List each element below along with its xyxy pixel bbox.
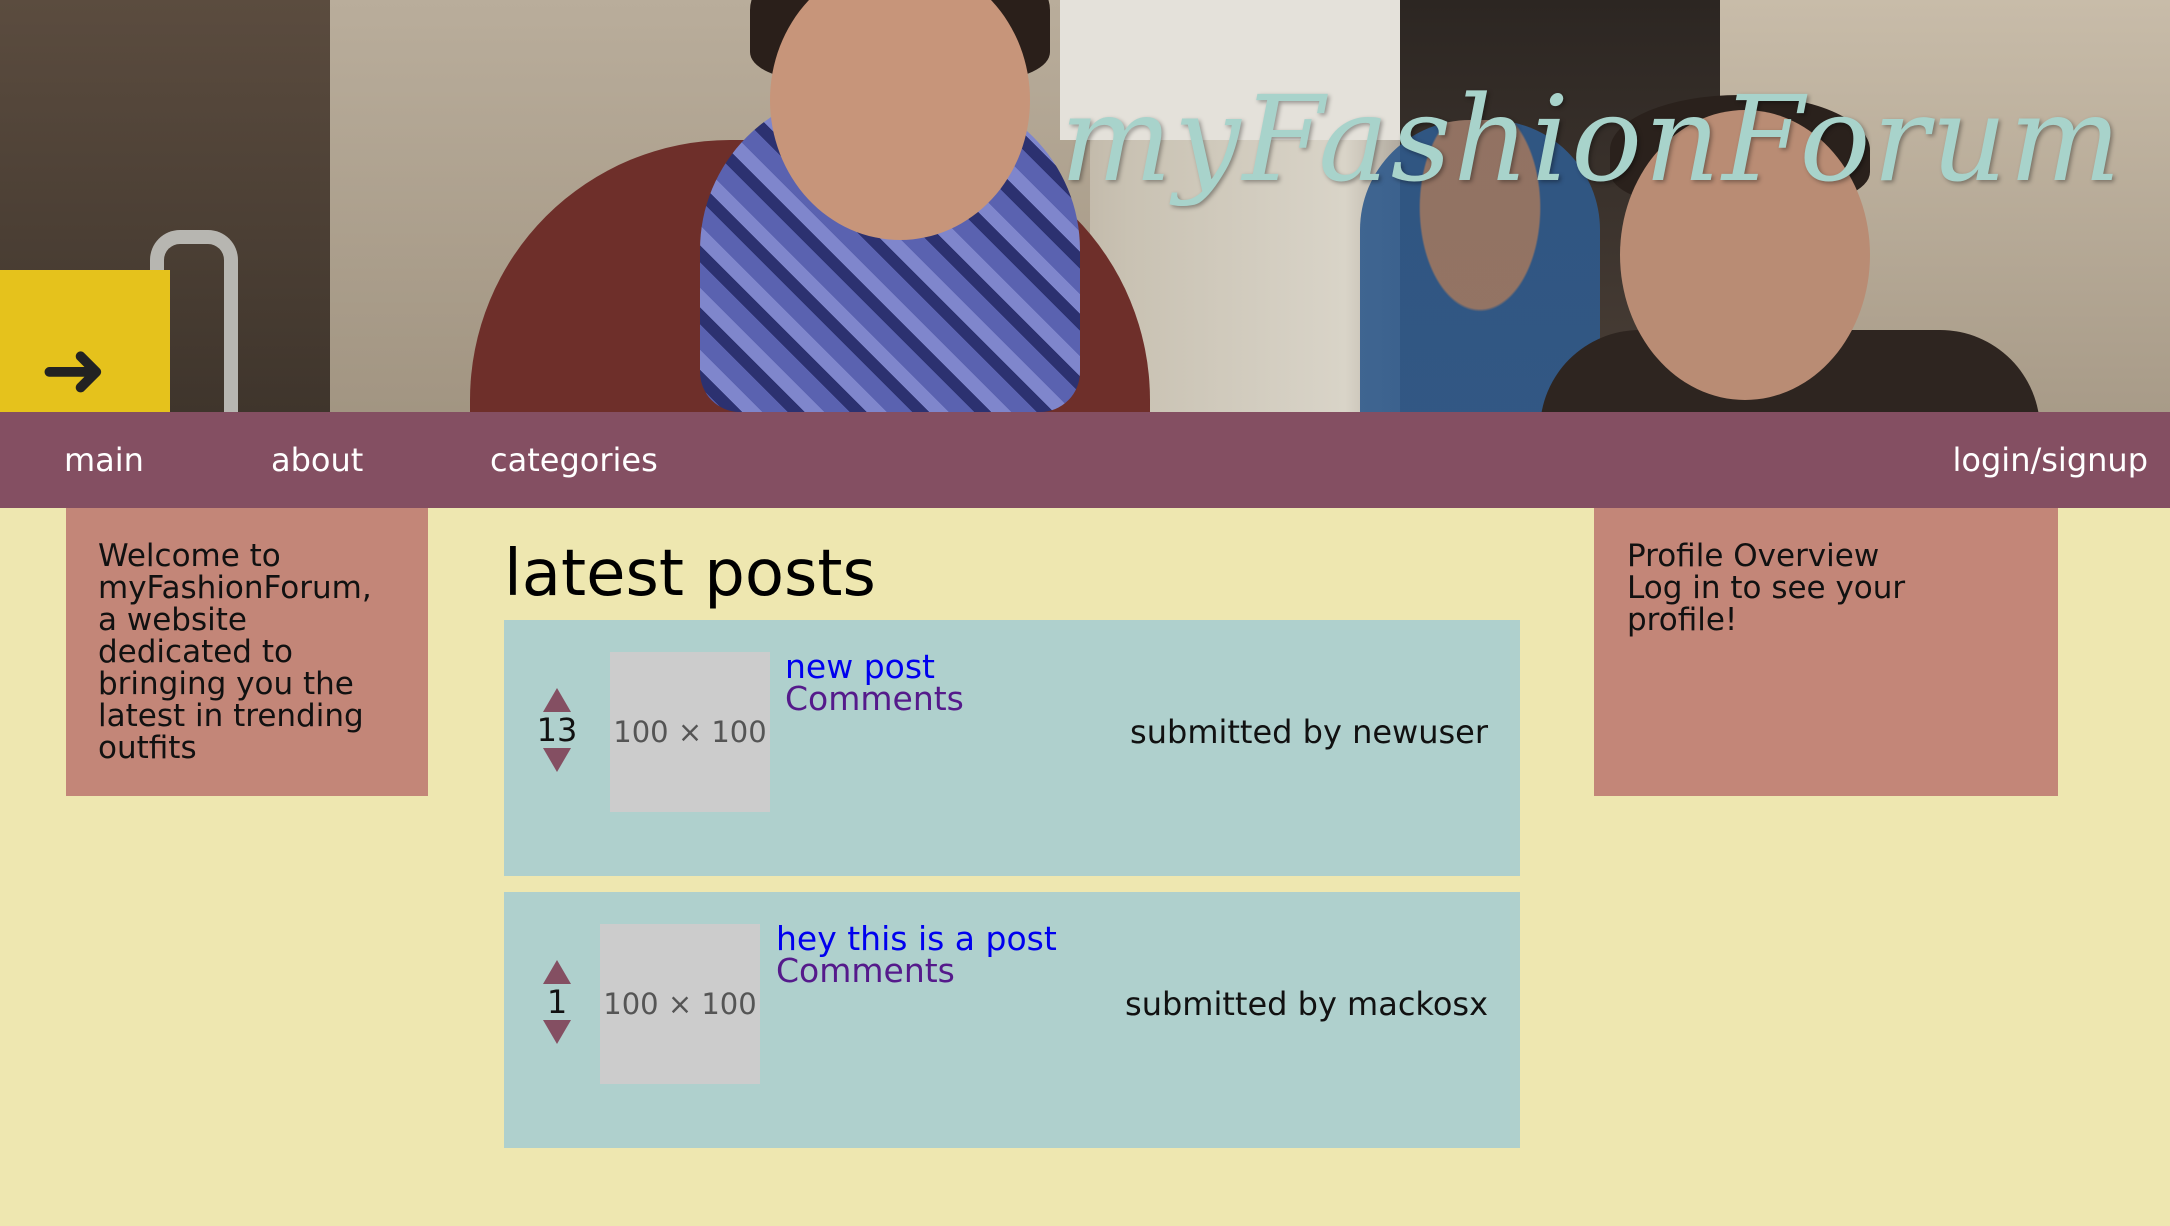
welcome-sidebar: Welcome to myFashionForum, a website ded… — [66, 508, 428, 796]
post-comments-link[interactable]: Comments — [785, 682, 964, 716]
upvote-arrow-icon[interactable] — [543, 960, 571, 984]
post-card: 13 100 × 100 new post Comments submitted… — [504, 620, 1520, 876]
downvote-arrow-icon[interactable] — [543, 748, 571, 772]
post-submitted-by: submitted by newuser — [1130, 713, 1488, 751]
profile-message: Log in to see your profile! — [1627, 570, 1906, 638]
welcome-text: Welcome to myFashionForum, a website ded… — [98, 538, 372, 766]
post-card: 1 100 × 100 hey this is a post Comments … — [504, 892, 1520, 1148]
banner-photo-sign-arrow-icon: ➜ — [40, 323, 108, 412]
profile-sidebar: Profile Overview Log in to see your prof… — [1594, 508, 2058, 796]
post-submitted-by: submitted by mackosx — [1125, 985, 1488, 1023]
nav-item-categories[interactable]: categories — [490, 440, 658, 480]
header-banner: ➜ myFashionForum — [0, 0, 2170, 412]
post-thumbnail[interactable]: 100 × 100 — [600, 924, 760, 1084]
post-thumbnail[interactable]: 100 × 100 — [610, 652, 770, 812]
site-logo: myFashionForum — [1060, 70, 2123, 208]
vote-score: 1 — [546, 983, 568, 1021]
vote-score: 13 — [536, 711, 578, 749]
nav-item-about[interactable]: about — [271, 440, 363, 480]
downvote-arrow-icon[interactable] — [543, 1020, 571, 1044]
upvote-arrow-icon[interactable] — [543, 688, 571, 712]
nav-item-main[interactable]: main — [64, 440, 144, 480]
login-signup-link[interactable]: login/signup — [1953, 440, 2148, 480]
vote-control: 13 — [527, 688, 587, 772]
profile-title: Profile Overview — [1627, 538, 1880, 574]
post-comments-link[interactable]: Comments — [776, 954, 955, 988]
main-nav: main about categories login/signup — [0, 412, 2170, 508]
page-title: latest posts — [504, 537, 876, 611]
vote-control: 1 — [527, 960, 587, 1044]
